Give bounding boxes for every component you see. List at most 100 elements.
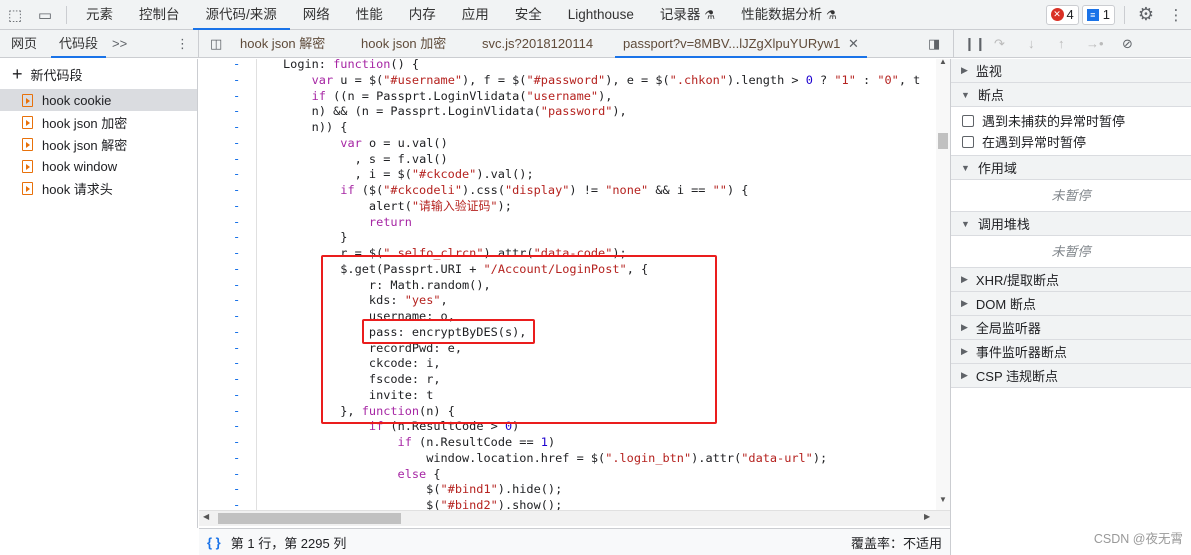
line-marker[interactable]: - <box>233 199 240 213</box>
panel-tab[interactable]: 内存 <box>396 0 449 30</box>
file-tab[interactable]: hook json 解密 <box>240 30 325 58</box>
line-marker[interactable]: - <box>233 167 240 181</box>
deactivate-breakpoints-icon[interactable]: ⊘ <box>1122 30 1133 58</box>
panel-tab-label: Lighthouse <box>567 6 634 22</box>
snippet-label: hook window <box>42 158 118 174</box>
snippet-item[interactable]: hook window <box>0 155 197 177</box>
panel-tab[interactable]: 应用 <box>449 0 502 30</box>
device-toggle-icon[interactable]: ▭ <box>30 0 60 30</box>
tab-snippets[interactable]: 代码段 <box>50 30 107 58</box>
toggle-debugger-icon[interactable]: ◨ <box>928 30 940 58</box>
cursor-position: 第 1 行，第 2295 列 <box>230 535 347 551</box>
line-marker[interactable]: - <box>233 372 240 386</box>
pretty-print-icon[interactable]: { } <box>207 535 221 550</box>
snippet-item[interactable]: hook cookie <box>0 89 197 111</box>
new-snippet-button[interactable]: + 新代码段 <box>0 59 197 89</box>
snippet-label: hook json 解密 <box>42 137 128 153</box>
checkbox[interactable] <box>962 135 974 148</box>
section-watch[interactable]: ▶ 监视 <box>951 59 1191 83</box>
line-marker[interactable]: - <box>233 120 240 134</box>
checkbox[interactable] <box>962 114 974 127</box>
step-icon[interactable]: →• <box>1086 30 1104 58</box>
panel-tab[interactable]: 源代码/来源 <box>192 0 291 30</box>
section-callstack[interactable]: ▼ 调用堆栈 <box>951 212 1191 236</box>
pause-icon[interactable]: ❙❙ <box>964 30 986 58</box>
message-count-badge[interactable]: ≡ 1 <box>1081 4 1115 25</box>
section-collapsed[interactable]: ▶ CSP 违规断点 <box>951 364 1191 388</box>
file-tab[interactable]: hook json 加密 <box>361 30 446 58</box>
file-tab-active[interactable]: passport?v=8MBV...lJZgXlpuYURyw1 ✕ <box>615 30 867 58</box>
vertical-scrollbar[interactable]: ▲ ▼ <box>936 57 950 510</box>
panel-tab[interactable]: 控制台 <box>126 0 193 30</box>
step-over-icon[interactable]: ↷ <box>994 30 1005 58</box>
panel-tab[interactable]: 安全 <box>502 0 555 30</box>
line-marker[interactable]: - <box>233 309 240 323</box>
line-marker[interactable]: - <box>233 388 240 402</box>
line-marker[interactable]: - <box>233 183 240 197</box>
horizontal-scrollbar[interactable]: ◀ ▶ <box>199 510 950 526</box>
error-count-badge[interactable]: ✕ 4 <box>1045 4 1079 25</box>
inspect-element-icon[interactable]: ⬚ <box>0 0 30 30</box>
line-marker[interactable]: - <box>233 230 240 244</box>
line-marker[interactable]: - <box>233 215 240 229</box>
close-icon[interactable]: ✕ <box>848 36 859 51</box>
line-marker[interactable]: - <box>233 404 240 418</box>
line-marker[interactable]: - <box>233 419 240 433</box>
line-marker[interactable]: - <box>233 325 240 339</box>
panel-tab[interactable]: 元素 <box>73 0 126 30</box>
section-collapsed[interactable]: ▶ 全局监听器 <box>951 316 1191 340</box>
step-into-icon[interactable]: ↓ <box>1028 30 1035 58</box>
divider <box>1124 5 1125 24</box>
pause-caught-checkbox[interactable]: 在遇到异常时暂停 <box>951 131 1191 152</box>
more-menu-icon[interactable]: ⋮ <box>1161 0 1191 30</box>
panel-tab[interactable]: 性能数据分析 ⚗ <box>728 0 850 30</box>
line-marker[interactable]: - <box>233 136 240 150</box>
line-marker[interactable]: - <box>233 498 240 510</box>
line-marker[interactable]: - <box>233 59 240 71</box>
more-tabs-button[interactable]: >> <box>112 30 127 58</box>
toggle-navigator-icon[interactable]: ◫ <box>210 30 222 58</box>
panel-tab[interactable]: 网络 <box>290 0 343 30</box>
more-menu-icon[interactable]: ⋮ <box>176 30 189 58</box>
line-marker[interactable]: - <box>233 152 240 166</box>
file-tab[interactable]: svc.js?2018120114 <box>482 30 593 58</box>
section-collapsed[interactable]: ▶ XHR/提取断点 <box>951 268 1191 292</box>
section-scope[interactable]: ▼ 作用域 <box>951 156 1191 180</box>
code-editor[interactable]: ----------------------------- Login: fun… <box>199 59 950 510</box>
coverage-status: 覆盖率：不适用 <box>850 535 942 551</box>
line-marker[interactable]: - <box>233 451 240 465</box>
line-marker[interactable]: - <box>233 246 240 260</box>
section-collapsed[interactable]: ▶ 事件监听器断点 <box>951 340 1191 364</box>
line-marker[interactable]: - <box>233 482 240 496</box>
snippet-item[interactable]: hook json 解密 <box>0 133 197 155</box>
snippet-item[interactable]: hook 请求头 <box>0 177 197 199</box>
pause-uncaught-checkbox[interactable]: 遇到未捕获的异常时暂停 <box>951 110 1191 131</box>
scope-not-paused: 未暂停 <box>951 180 1191 212</box>
gear-icon[interactable]: ⚙ <box>1131 0 1161 30</box>
line-marker[interactable]: - <box>233 293 240 307</box>
divider <box>953 30 954 58</box>
line-marker[interactable]: - <box>233 356 240 370</box>
divider <box>66 5 67 24</box>
tab-page[interactable]: 网页 <box>11 30 37 58</box>
line-marker[interactable]: - <box>233 467 240 481</box>
section-collapsed[interactable]: ▶ DOM 断点 <box>951 292 1191 316</box>
line-marker[interactable]: - <box>233 104 240 118</box>
line-gutter[interactable]: ----------------------------- <box>199 59 257 510</box>
panel-tab[interactable]: Lighthouse <box>555 0 647 30</box>
code-line: window.location.href = $(".login_btn").a… <box>426 450 828 465</box>
snippet-item[interactable]: hook json 加密 <box>0 111 197 133</box>
panel-tab-label: 性能 <box>355 6 383 22</box>
line-marker[interactable]: - <box>233 89 240 103</box>
section-breakpoints[interactable]: ▼ 断点 <box>951 83 1191 107</box>
line-marker[interactable]: - <box>233 341 240 355</box>
divider <box>198 30 199 58</box>
line-marker[interactable]: - <box>233 262 240 276</box>
line-marker[interactable]: - <box>233 278 240 292</box>
code-line: n) && (n = Passprt.LoginVlidata("passwor… <box>311 104 627 119</box>
step-out-icon[interactable]: ↑ <box>1058 30 1065 58</box>
panel-tab[interactable]: 记录器 ⚗ <box>647 0 728 30</box>
line-marker[interactable]: - <box>233 435 240 449</box>
panel-tab[interactable]: 性能 <box>343 0 396 30</box>
line-marker[interactable]: - <box>233 73 240 87</box>
